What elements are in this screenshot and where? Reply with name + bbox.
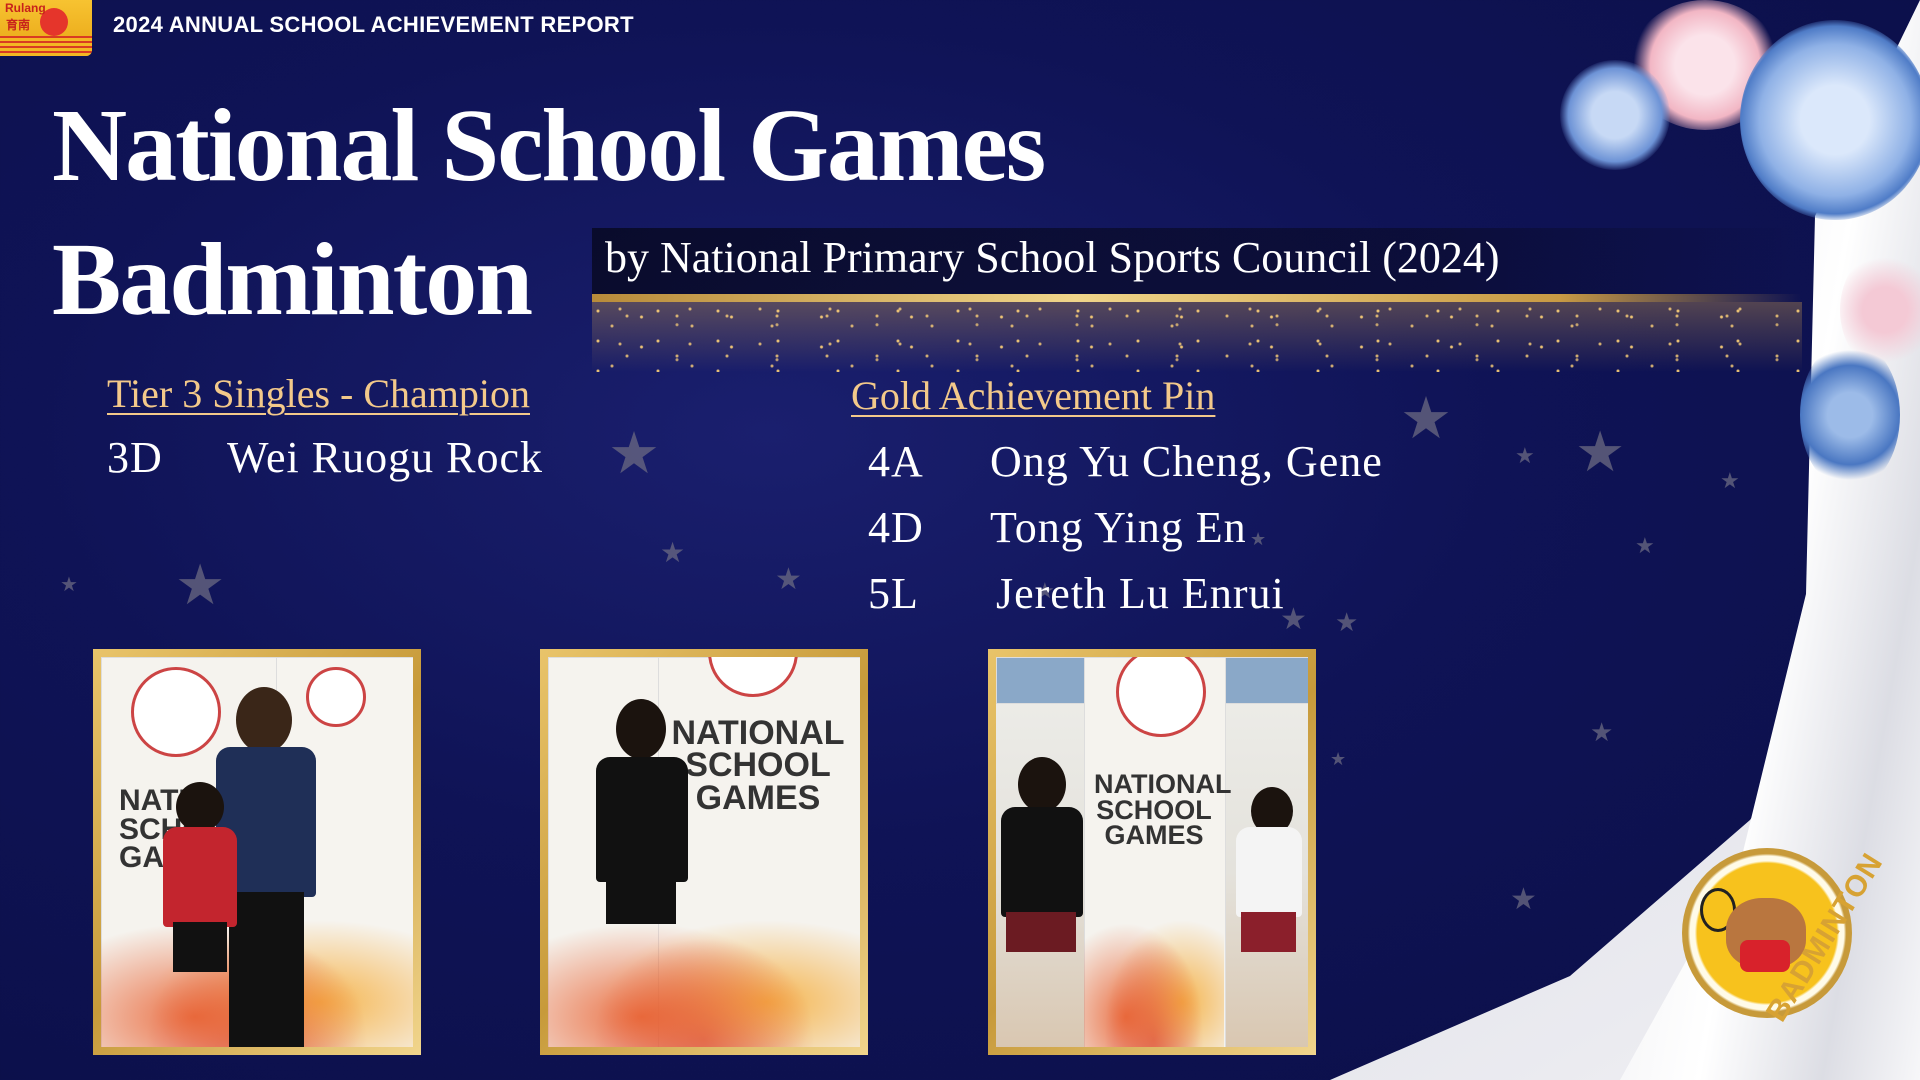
- page-title-line1: National School Games: [52, 88, 1046, 203]
- entry-class: 4D: [868, 503, 924, 552]
- banner-text: NATIONAL SCHOOL GAMES: [671, 714, 845, 817]
- star-decoration: ★: [660, 538, 686, 569]
- star-decoration: ★: [1515, 443, 1535, 468]
- entry-class: 5L: [868, 569, 919, 618]
- photo-champion: NATIO SCHO GA: [93, 649, 421, 1055]
- school-logo: Rulang 育南: [0, 0, 92, 56]
- logo-text: Rulang: [5, 1, 46, 15]
- star-decoration: ★: [60, 574, 78, 596]
- star-decoration: ★: [1330, 749, 1347, 769]
- star-decoration: ★: [1510, 883, 1537, 916]
- star-decoration: ★: [1250, 529, 1267, 549]
- gold-sparkle: [592, 302, 1802, 372]
- star-decoration: ★: [1575, 422, 1626, 484]
- flower-decoration: [1560, 60, 1670, 170]
- champion-heading: Tier 3 Singles - Champion: [107, 371, 530, 416]
- banner-splash: [548, 897, 860, 1047]
- entry-name: Jereth Lu Enrui: [996, 569, 1285, 618]
- star-decoration: ★: [1400, 386, 1452, 451]
- star-decoration: ★: [775, 563, 802, 596]
- page-title-line2: Badminton: [52, 222, 533, 337]
- entry-class: 4A: [868, 437, 924, 486]
- star-decoration: ★: [1335, 608, 1359, 637]
- star-decoration: ★: [1590, 718, 1614, 747]
- report-title: 2024 ANNUAL SCHOOL ACHIEVEMENT REPORT: [113, 12, 634, 37]
- photo-gold-pin-1: NATIONAL SCHOOL GAMES: [540, 649, 868, 1055]
- banner-splash: [1084, 897, 1224, 1047]
- banner-text: NATIONAL SCHOOL GAMES: [1094, 769, 1232, 851]
- byline: by National Primary School Sports Counci…: [605, 233, 1500, 282]
- gold-divider: [592, 294, 1802, 302]
- photo-gold-pin-2: NATIONAL SCHOOL GAMES: [988, 649, 1316, 1055]
- emblem-icon: [306, 667, 366, 727]
- flower-decoration: [1740, 20, 1920, 220]
- gold-pin-entry: 4D Tong Ying En: [868, 502, 1247, 553]
- mascot-shirt: [1740, 940, 1790, 972]
- star-decoration: ★: [1720, 468, 1740, 493]
- entry-class: 3D: [107, 433, 163, 482]
- flower-decoration: [1800, 340, 1900, 490]
- entry-name: Tong Ying En: [990, 503, 1247, 552]
- emblem-icon: [131, 667, 221, 757]
- logo-waves: [0, 36, 92, 56]
- champion-entry: 3D Wei Ruogu Rock: [107, 432, 543, 483]
- gold-pin-entry: 5L Jereth Lu Enrui: [868, 568, 1285, 619]
- logo-chinese-text: 育南: [6, 18, 31, 32]
- entry-name: Ong Yu Cheng, Gene: [990, 437, 1383, 486]
- gold-pin-entry: 4A Ong Yu Cheng, Gene: [868, 436, 1383, 487]
- star-decoration: ★: [1635, 533, 1655, 558]
- entry-name: Wei Ruogu Rock: [227, 433, 543, 482]
- star-decoration: ★: [175, 555, 226, 617]
- star-decoration: ★: [608, 421, 660, 486]
- gold-pin-heading: Gold Achievement Pin: [851, 373, 1216, 418]
